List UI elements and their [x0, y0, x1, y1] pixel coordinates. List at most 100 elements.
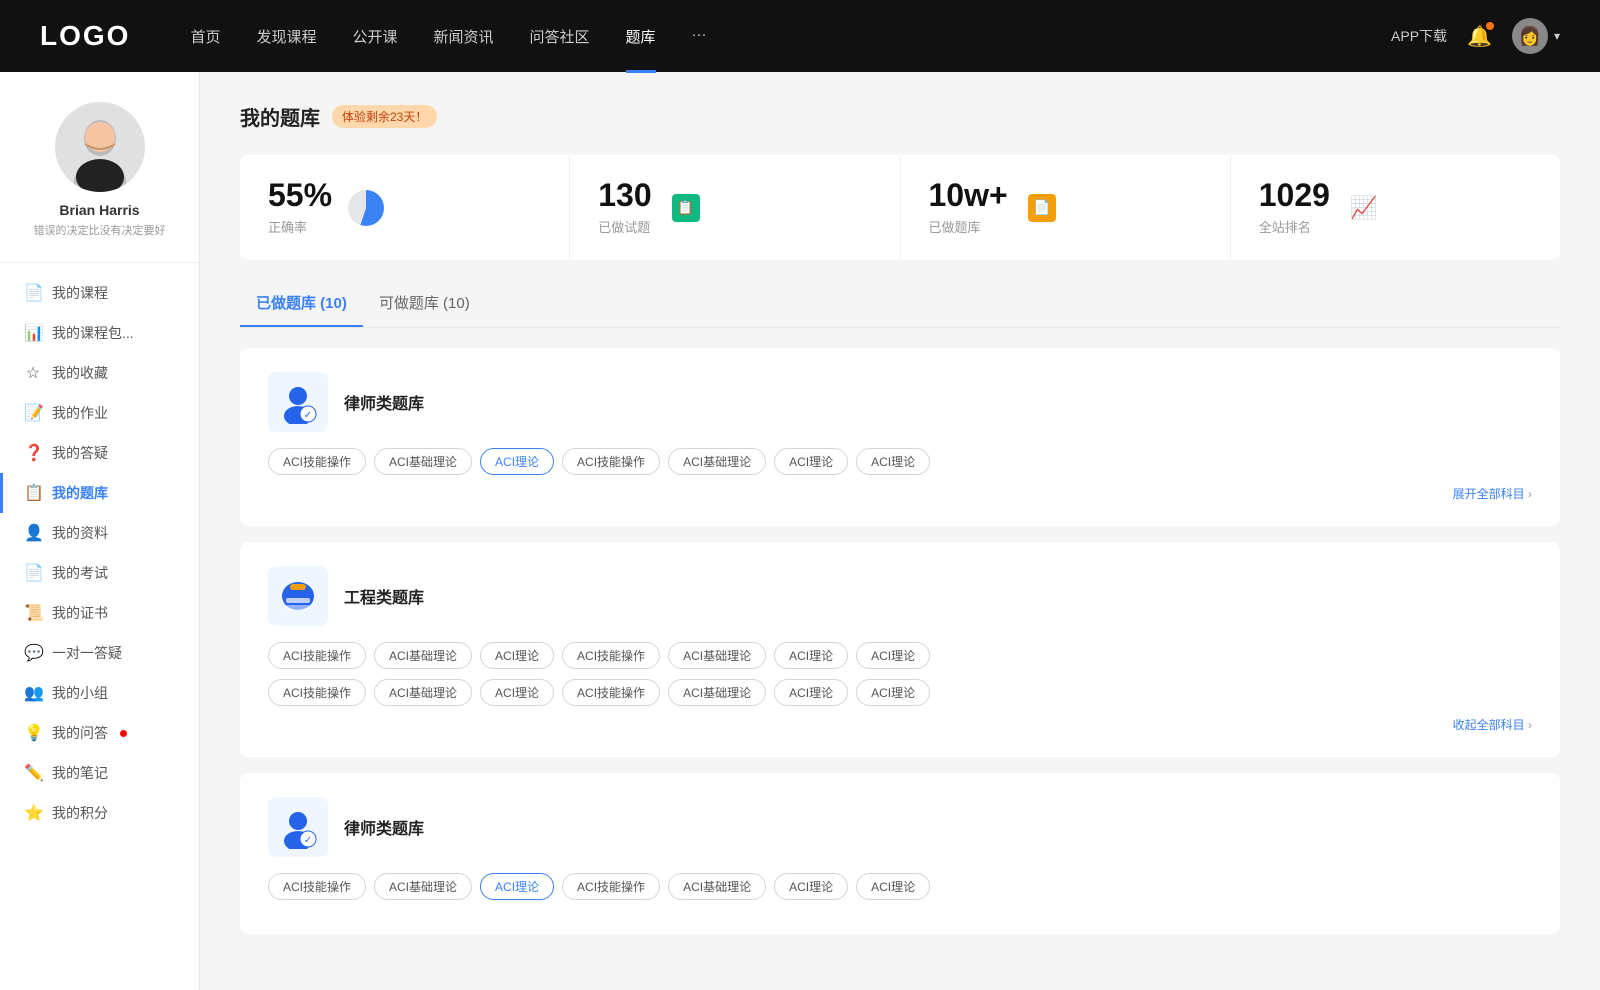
tags-row-0: ACI技能操作 ACI基础理论 ACI理论 ACI技能操作 ACI基础理论 AC…	[268, 448, 1532, 475]
svg-text:✓: ✓	[304, 835, 312, 846]
bank-section-2: ✓ 律师类题库 ACI技能操作 ACI基础理论 ACI理论 ACI技能操作 AC…	[240, 773, 1560, 934]
tab-done-banks[interactable]: 已做题库 (10)	[240, 284, 363, 327]
sidebar-item-my-qa[interactable]: 💡 我的问答	[0, 713, 199, 753]
sidebar-item-label: 我的小组	[52, 683, 108, 703]
tag-2-2[interactable]: ACI理论	[480, 873, 554, 900]
logo: LOGO	[40, 20, 130, 52]
tag-0-5[interactable]: ACI理论	[774, 448, 848, 475]
tag-0-4[interactable]: ACI基础理论	[668, 448, 766, 475]
main-content: 我的题库 体验剩余23天！ 55% 正确率 130 已做试题 📋	[200, 72, 1600, 990]
stats-row: 55% 正确率 130 已做试题 📋 10w+ 已做题库	[240, 155, 1560, 260]
sidebar-menu: 📄 我的课程 📊 我的课程包... ☆ 我的收藏 📝 我的作业 ❓ 我的答疑 📋	[0, 273, 199, 833]
trial-badge: 体验剩余23天！	[332, 105, 437, 128]
tag-0-1[interactable]: ACI基础理论	[374, 448, 472, 475]
sidebar-item-1on1[interactable]: 💬 一对一答疑	[0, 633, 199, 673]
sidebar-item-question-bank[interactable]: 📋 我的题库	[0, 473, 199, 513]
sidebar-item-questions[interactable]: ❓ 我的答疑	[0, 433, 199, 473]
bank-header-1: 工程类题库	[268, 566, 1532, 626]
stat-done-questions: 130 已做试题 📋	[570, 155, 900, 260]
nav-qa[interactable]: 问答社区	[530, 26, 590, 47]
tag-1a-2[interactable]: ACI理论	[480, 642, 554, 669]
sidebar-item-label: 我的笔记	[52, 763, 108, 783]
sidebar-item-label: 我的答疑	[52, 443, 108, 463]
bank-section-0: ✓ 律师类题库 ACI技能操作 ACI基础理论 ACI理论 ACI技能操作 AC…	[240, 348, 1560, 526]
tag-1b-0[interactable]: ACI技能操作	[268, 679, 366, 706]
tag-2-6[interactable]: ACI理论	[856, 873, 930, 900]
sidebar-item-notes[interactable]: ✏️ 我的笔记	[0, 753, 199, 793]
stat-rank-label: 全站排名	[1259, 217, 1330, 236]
sidebar-item-favorites[interactable]: ☆ 我的收藏	[0, 353, 199, 393]
nav-home[interactable]: 首页	[190, 26, 220, 47]
sidebar-item-exam[interactable]: 📄 我的考试	[0, 553, 199, 593]
tag-0-3[interactable]: ACI技能操作	[562, 448, 660, 475]
points-icon: ⭐	[24, 803, 42, 823]
sidebar-item-label: 我的问答	[52, 723, 108, 743]
tag-1a-1[interactable]: ACI基础理论	[374, 642, 472, 669]
tag-1b-3[interactable]: ACI技能操作	[562, 679, 660, 706]
tag-1b-1[interactable]: ACI基础理论	[374, 679, 472, 706]
tag-1a-4[interactable]: ACI基础理论	[668, 642, 766, 669]
collapse-link-1[interactable]: 收起全部科目 ›	[268, 716, 1532, 733]
nav-opencourse[interactable]: 公开课	[352, 26, 397, 47]
tag-1b-6[interactable]: ACI理论	[856, 679, 930, 706]
sidebar-item-certificate[interactable]: 📜 我的证书	[0, 593, 199, 633]
nav-more[interactable]: ···	[692, 26, 707, 47]
profile-name: Brian Harris	[20, 202, 179, 218]
accuracy-chart-icon	[346, 188, 386, 228]
bank-icon-0: ✓	[268, 372, 328, 432]
sidebar: Brian Harris 错误的决定比没有决定要好 📄 我的课程 📊 我的课程包…	[0, 72, 200, 990]
nav-news[interactable]: 新闻资讯	[434, 26, 494, 47]
exam-icon: 📄	[24, 563, 42, 583]
chat-icon: 💬	[24, 643, 42, 663]
dropdown-arrow-icon: ▾	[1554, 29, 1560, 43]
bank-title-2: 律师类题库	[344, 815, 424, 839]
sidebar-item-label: 我的考试	[52, 563, 108, 583]
sidebar-item-label: 我的证书	[52, 603, 108, 623]
tag-1a-6[interactable]: ACI理论	[856, 642, 930, 669]
bank-title-0: 律师类题库	[344, 390, 424, 414]
sidebar-profile: Brian Harris 错误的决定比没有决定要好	[0, 102, 199, 263]
tag-0-0[interactable]: ACI技能操作	[268, 448, 366, 475]
bell-icon[interactable]: 🔔	[1467, 24, 1492, 49]
sidebar-item-homework[interactable]: 📝 我的作业	[0, 393, 199, 433]
expand-link-0[interactable]: 展开全部科目 ›	[268, 485, 1532, 502]
tag-1a-0[interactable]: ACI技能操作	[268, 642, 366, 669]
homework-icon: 📝	[24, 403, 42, 423]
tag-2-5[interactable]: ACI理论	[774, 873, 848, 900]
tag-1b-5[interactable]: ACI理论	[774, 679, 848, 706]
sidebar-item-label: 我的作业	[52, 403, 108, 423]
profile-data-icon: 👤	[24, 523, 42, 543]
stat-done-banks-value: 10w+	[929, 179, 1008, 211]
tag-1b-4[interactable]: ACI基础理论	[668, 679, 766, 706]
tag-1a-3[interactable]: ACI技能操作	[562, 642, 660, 669]
nav-links: 首页 发现课程 公开课 新闻资讯 问答社区 题库 ···	[190, 26, 1391, 47]
sidebar-item-label: 我的积分	[52, 803, 108, 823]
tag-0-2[interactable]: ACI理论	[480, 448, 554, 475]
sidebar-item-group[interactable]: 👥 我的小组	[0, 673, 199, 713]
notes-icon: ✏️	[24, 763, 42, 783]
sidebar-item-courses[interactable]: 📄 我的课程	[0, 273, 199, 313]
nav-questionbank[interactable]: 题库	[626, 26, 656, 47]
bank-header-0: ✓ 律师类题库	[268, 372, 1532, 432]
tag-1b-2[interactable]: ACI理论	[480, 679, 554, 706]
tag-2-4[interactable]: ACI基础理论	[668, 873, 766, 900]
sidebar-item-profile-data[interactable]: 👤 我的资料	[0, 513, 199, 553]
nav-discover[interactable]: 发现课程	[256, 26, 316, 47]
doc-orange-icon: 📄	[1022, 188, 1062, 228]
sidebar-item-points[interactable]: ⭐ 我的积分	[0, 793, 199, 833]
layout: Brian Harris 错误的决定比没有决定要好 📄 我的课程 📊 我的课程包…	[0, 72, 1600, 990]
tag-2-3[interactable]: ACI技能操作	[562, 873, 660, 900]
doc-teal-icon: 📋	[666, 188, 706, 228]
tag-1a-5[interactable]: ACI理论	[774, 642, 848, 669]
sidebar-item-course-package[interactable]: 📊 我的课程包...	[0, 313, 199, 353]
qa-icon: 💡	[24, 723, 42, 743]
stat-accuracy: 55% 正确率	[240, 155, 570, 260]
sidebar-item-label: 我的收藏	[52, 363, 108, 383]
tab-available-banks[interactable]: 可做题库 (10)	[363, 284, 486, 327]
user-avatar-button[interactable]: 👩 ▾	[1512, 18, 1560, 54]
svg-text:✓: ✓	[304, 410, 312, 421]
app-download[interactable]: APP下载	[1391, 26, 1447, 46]
tag-2-0[interactable]: ACI技能操作	[268, 873, 366, 900]
tag-2-1[interactable]: ACI基础理论	[374, 873, 472, 900]
tag-0-6[interactable]: ACI理论	[856, 448, 930, 475]
